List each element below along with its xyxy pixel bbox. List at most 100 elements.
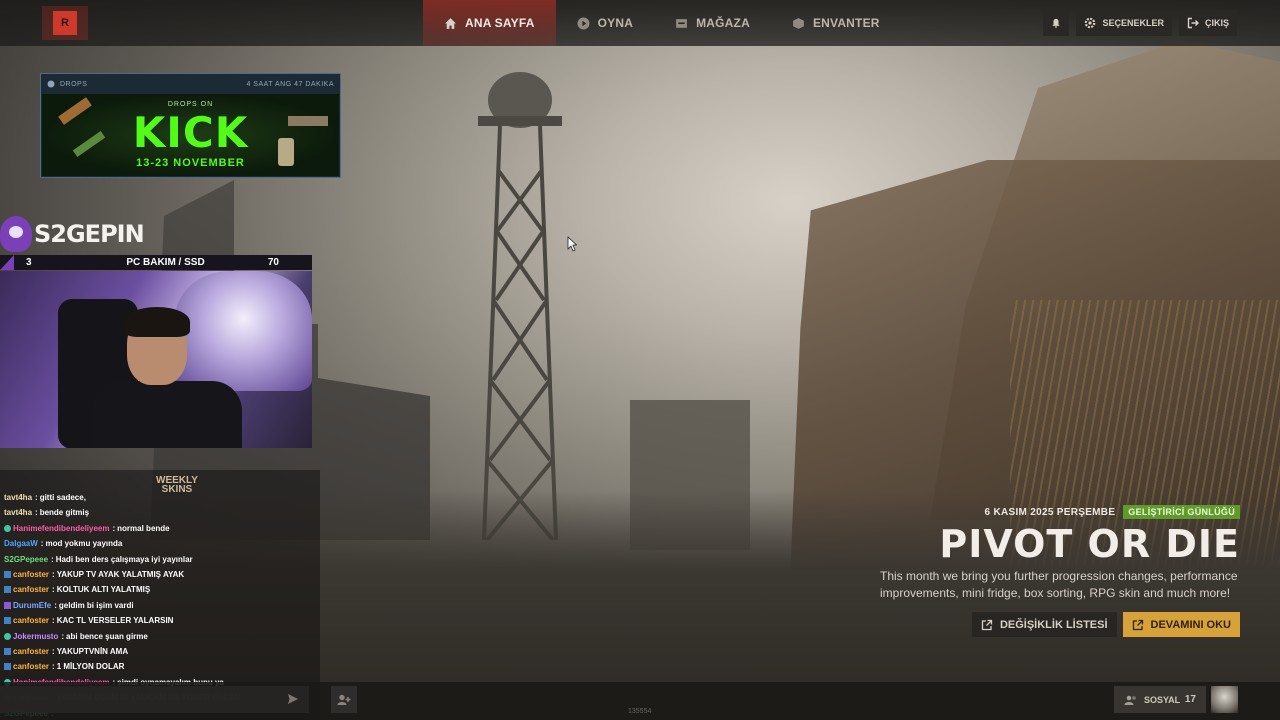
player-avatar[interactable] — [1211, 686, 1238, 713]
news-title: PIVOT OR DIE — [939, 522, 1240, 566]
notifications-button[interactable] — [1043, 10, 1070, 36]
rust-logo[interactable]: R — [42, 6, 88, 40]
chat-badge-icon — [4, 663, 11, 671]
build-number: 135554 — [628, 708, 652, 715]
news-description: This month we bring you further progress… — [880, 569, 1238, 600]
chat-separator: : — [51, 554, 54, 564]
chat-username[interactable]: Jokermusto — [13, 632, 58, 641]
can-skin-image — [278, 138, 294, 166]
chat-text: normal bende — [117, 523, 170, 533]
chat-username[interactable]: canfoster — [13, 616, 49, 625]
water-tower — [478, 72, 562, 540]
changelog-label: DEĞİŞİKLİK LİSTESİ — [999, 618, 1108, 631]
chat-separator: : — [61, 631, 65, 641]
logo-icon: R — [53, 11, 77, 35]
chat-message: Jokermusto: abi bence şuan girme — [4, 632, 148, 641]
chat-message: canfoster: 1 MİLYON DOLAR — [4, 662, 124, 671]
chat-message: canfoster: KOLTUK ALTI YALATMIŞ — [4, 585, 150, 594]
options-button[interactable]: SEÇENEKLER — [1076, 10, 1172, 36]
mouse-cursor-icon — [567, 236, 577, 252]
bell-icon — [1052, 18, 1061, 28]
chat-separator: : — [52, 570, 55, 579]
home-icon — [445, 17, 456, 29]
send-icon[interactable] — [287, 693, 299, 705]
chat-separator: : — [54, 600, 57, 610]
social-label: SOSYAL — [1144, 694, 1181, 705]
nav-home-label: ANA SAYFA — [465, 16, 535, 30]
exit-label: ÇIKIŞ — [1204, 18, 1229, 28]
chat-username[interactable]: tavt4ha — [4, 493, 32, 502]
chat-username[interactable]: tavt4ha — [4, 508, 32, 517]
chat-text: YAKUPTVNİN AMA — [56, 647, 129, 656]
drops-header: DROPS 4 SAAT ANG 47 DAKIKA — [41, 74, 340, 94]
chat-message: canfoster: YAKUP TV AYAK YALATMIŞ AYAK — [4, 570, 184, 579]
chat-message: S2GPepeee: Hadi ben ders çalışmaya iyi y… — [4, 555, 193, 564]
store-icon — [676, 18, 687, 28]
friends-icon — [1124, 695, 1136, 705]
stream-brand: S2GEPIN — [0, 212, 145, 256]
owl-logo-icon — [0, 216, 32, 252]
kick-drops-banner[interactable]: DROPS ON KICK 13-23 NOVEMBER — [42, 94, 339, 176]
social-button[interactable]: SOSYAL 17 — [1114, 686, 1206, 713]
drops-label: DROPS — [60, 80, 88, 88]
nav-store-label: MAĞAZA — [696, 16, 750, 30]
chat-input[interactable] — [0, 686, 309, 713]
chat-text: geldim bi işim vardi — [58, 600, 134, 610]
nav-play[interactable]: OYNA — [556, 0, 654, 46]
add-friend-button[interactable] — [331, 686, 357, 713]
chat-username[interactable]: canfoster — [13, 570, 49, 579]
bed-skin-image — [288, 116, 328, 126]
top-navigation-bar: R ANA SAYFA OYNA MAĞAZA ENVANTER SEÇENEK… — [0, 0, 1280, 46]
chat-text: KAC TL VERSELER YALARSIN — [56, 616, 174, 626]
nav-inventory[interactable]: ENVANTER — [771, 0, 901, 46]
chat-badge-icon — [4, 632, 11, 640]
drops-panel[interactable]: DROPS 4 SAAT ANG 47 DAKIKA DROPS ON KICK… — [40, 73, 341, 178]
stream-stat-bar: 3 PC BAKIM / SSD 70 — [0, 255, 312, 270]
chat-text: YAKUP TV AYAK YALATMIŞ AYAK — [56, 570, 185, 579]
weekly-line2: SKINS — [161, 484, 193, 495]
chat-text: KOLTUK ALTI YALATMIŞ — [56, 585, 151, 595]
drops-on-text: DROPS ON — [167, 101, 214, 108]
exit-button[interactable]: ÇIKIŞ — [1178, 10, 1237, 36]
chat-username[interactable]: canfoster — [13, 585, 49, 594]
chat-separator: : — [112, 523, 116, 533]
chat-username[interactable]: canfoster — [13, 647, 49, 656]
chat-username[interactable]: S2GPepeee — [4, 555, 48, 564]
chat-message: DalgaaW: mod yokmu yayında — [4, 539, 122, 548]
weekly-skins-label: WEEKLY SKINS — [156, 476, 198, 495]
options-label: SEÇENEKLER — [1102, 18, 1164, 28]
chat-text: mod yokmu yayında — [45, 539, 123, 549]
external-link-icon — [1132, 619, 1143, 630]
add-friend-icon — [337, 694, 351, 705]
external-link-icon — [981, 619, 993, 630]
stat-right-number: 70 — [267, 257, 279, 268]
news-tag: GELİŞTİRİCİ GÜNLÜĞÜ — [1123, 505, 1240, 519]
chat-username[interactable]: canfoster — [13, 662, 49, 671]
chat-username[interactable]: DurumEfe — [13, 601, 51, 610]
main-nav: ANA SAYFA OYNA MAĞAZA ENVANTER — [423, 0, 901, 46]
nav-inventory-label: ENVANTER — [812, 16, 880, 30]
chat-text: abi bence şuan girme — [66, 631, 148, 641]
news-meta: 6 KASIM 2025 PERŞEMBE GELİŞTİRİCİ GÜNLÜĞ… — [860, 505, 1240, 519]
stat-bar-accent — [0, 255, 14, 270]
chat-username[interactable]: DalgaaW — [4, 539, 38, 548]
chat-badge-icon — [4, 586, 11, 594]
info-icon — [47, 80, 55, 88]
read-more-button[interactable]: DEVAMINI OKU — [1122, 612, 1240, 637]
stat-left-number: 3 — [26, 257, 32, 268]
topbar-actions: SEÇENEKLER ÇIKIŞ — [1043, 10, 1237, 36]
streamer-body — [92, 381, 242, 448]
nav-home[interactable]: ANA SAYFA — [423, 0, 556, 46]
nav-store[interactable]: MAĞAZA — [654, 0, 771, 46]
stat-title: PC BAKIM / SSD — [126, 257, 205, 268]
chat-separator: : — [52, 662, 55, 672]
chat-badge-icon — [4, 617, 11, 625]
chat-separator: : — [52, 616, 55, 626]
chat-username[interactable]: Hanimefendibendeliyeem — [13, 524, 109, 533]
news-date: 6 KASIM 2025 PERŞEMBE — [984, 506, 1116, 518]
chat-message: canfoster: KAC TL VERSELER YALARSIN — [4, 616, 173, 625]
changelog-button[interactable]: DEĞİŞİKLİK LİSTESİ — [971, 612, 1117, 637]
chat-badge-icon — [4, 601, 11, 609]
chat-text: 1 MİLYON DOLAR — [56, 662, 125, 672]
drops-timer: 4 SAAT ANG 47 DAKIKA — [246, 80, 334, 88]
